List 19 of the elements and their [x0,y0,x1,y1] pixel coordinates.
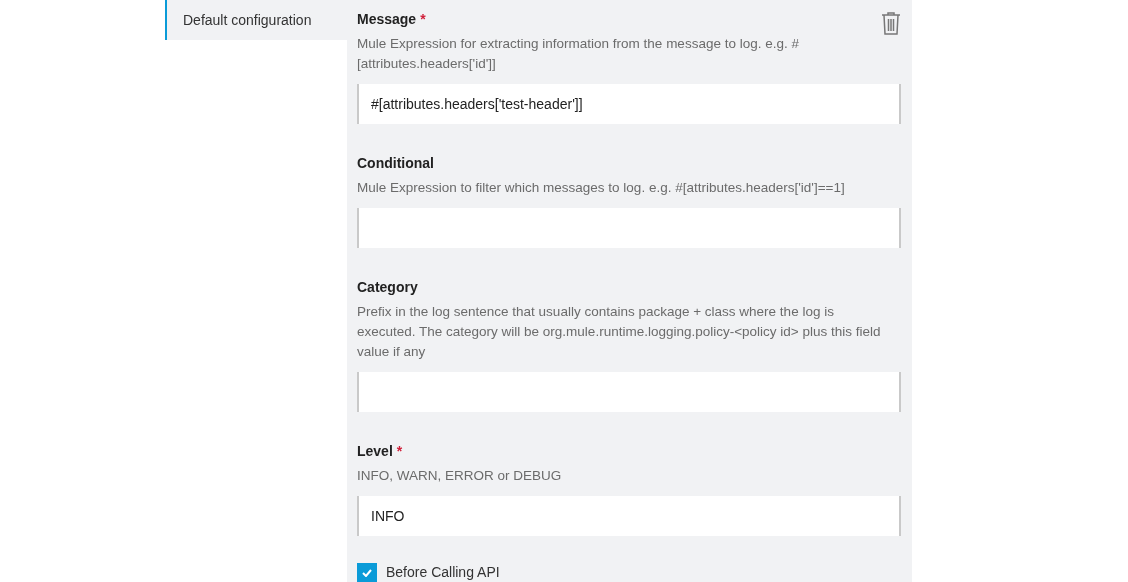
input-field[interactable] [357,372,901,412]
field-description: Mule Expression for extracting information from the message to log. e.g. #[attributes.headers['id']] [357,35,800,73]
field-description: Prefix in the log sentence that usually contains package + class where the log is executed. The category will be org.mule.runtime.logging.policy-<policy id> plus this field value if any [357,303,882,361]
field-label: Conditional [357,154,434,173]
sidebar-item[interactable]: Default configuration [165,0,347,40]
checkmark-icon [362,568,372,577]
required-mark: * [420,10,426,29]
trash-icon[interactable] [881,11,901,35]
checkbox-label: Before Calling API [386,563,500,582]
field-label: Message [357,10,417,29]
checkbox[interactable] [357,562,377,582]
input-field[interactable]: INFO [357,496,901,536]
field-description: Mule Expression to filter which messages to log. e.g. #[attributes.headers['id']==1] [357,179,846,197]
required-mark: * [396,442,403,461]
input-field[interactable]: #[attributes.headers['test-header']] [357,84,901,124]
field-label: Level [357,442,393,461]
input-field[interactable] [357,208,901,248]
field-label: Category [357,278,418,297]
field-description: INFO, WARN, ERROR or DEBUG [357,467,563,485]
